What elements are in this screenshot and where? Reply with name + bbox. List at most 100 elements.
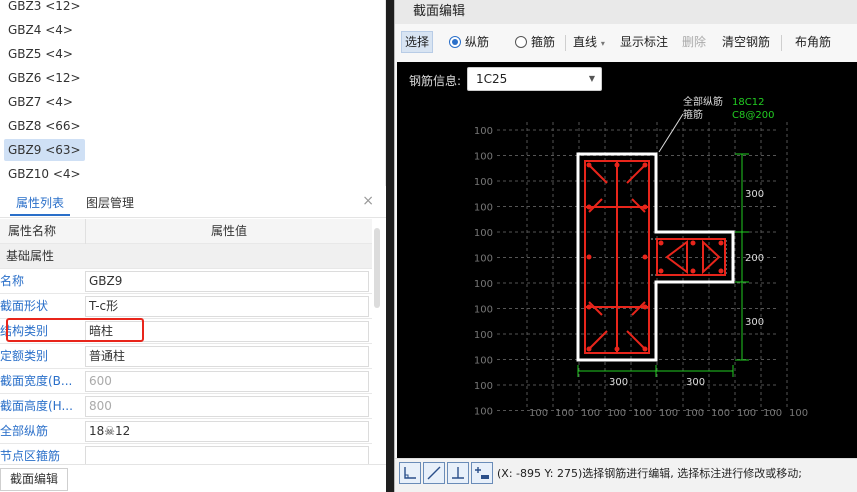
select-button[interactable]: 选择 (401, 31, 434, 53)
grid-label: 100 (737, 408, 756, 419)
annotation-value: C8@200 (732, 110, 774, 121)
rebar-info-select[interactable]: 1C25 ▼ (467, 67, 602, 91)
dim-label: 300 (686, 377, 705, 388)
scrollbar[interactable] (374, 228, 380, 308)
corner-rebar-button[interactable]: 布角筋 (795, 31, 831, 53)
longitudinal-bar (586, 162, 592, 168)
clear-rebar-button[interactable]: 清空钢筋 (722, 31, 770, 53)
annotation-value: 18C12 (732, 97, 764, 108)
close-icon[interactable]: × (362, 193, 374, 209)
prop-name: 结构类别 (0, 324, 49, 338)
ortho-snap-icon[interactable] (399, 462, 421, 484)
stirrup-hook (626, 164, 646, 184)
section-edit-button[interactable]: 截面编辑 (0, 468, 68, 491)
grid-label: 100 (711, 408, 730, 419)
prop-name: 名称 (0, 274, 25, 288)
show-dims-button[interactable]: 显示标注 (620, 31, 668, 53)
longitudinal-bar (642, 162, 648, 168)
line-snap-icon[interactable] (423, 462, 445, 484)
annotation-label: 箍筋 (683, 108, 703, 121)
prop-value-input: 800 (85, 396, 369, 417)
table-row: 截面高度(H... 800 (0, 394, 372, 419)
list-item-selected[interactable]: GBZ9 <63> (4, 139, 85, 161)
longitudinal-bar (690, 268, 696, 274)
add-point-icon[interactable] (471, 462, 493, 484)
grid-label: 100 (474, 279, 493, 290)
line-snap-icon-glyph (427, 466, 441, 480)
toolbar: 选择 纵筋 箍筋 直线 ▾ 显示标注 删除 清空钢筋 布角筋 (395, 28, 857, 56)
table-row: 结构类别 暗柱 (0, 319, 372, 344)
list-item[interactable]: GBZ5 <4> (4, 43, 77, 65)
table-row: 全部纵筋 18☠12 (0, 419, 372, 444)
prop-value-input[interactable]: GBZ9 (85, 271, 369, 292)
line-dropdown[interactable]: 直线 ▾ (573, 31, 605, 53)
status-text: (X: -895 Y: 275)选择钢筋进行编辑, 选择标注进行修改或移动; (497, 467, 802, 480)
list-item[interactable]: GBZ7 <4> (4, 91, 77, 113)
table-row: 节点区箍筋 (0, 444, 372, 464)
prop-value-input[interactable]: 普通柱 (85, 346, 369, 367)
grid-label: 100 (474, 254, 493, 265)
radio-stirrup[interactable]: 箍筋 (515, 31, 555, 53)
prop-value-input[interactable]: 暗柱 (85, 321, 369, 342)
grid-label: 100 (474, 126, 493, 137)
tab-properties[interactable]: 属性列表 (10, 194, 71, 216)
property-table: 属性名称 属性值 基础属性 名称 GBZ9 截面形状 T-c形 结构类别 暗柱 … (0, 219, 372, 464)
longitudinal-bar (614, 346, 620, 352)
prop-value-input[interactable] (85, 446, 369, 464)
list-item[interactable]: GBZ10 <4> (4, 163, 85, 185)
grid-label: 100 (607, 408, 626, 419)
dialog-title: 截面编辑 (395, 0, 857, 24)
separator (565, 35, 566, 51)
left-panel: GBZ3 <12> GBZ4 <4> GBZ5 <4> GBZ6 <12> GB… (0, 0, 386, 492)
dim-label: 200 (745, 253, 764, 264)
tie-triangle (702, 239, 721, 275)
delete-button[interactable]: 删除 (682, 31, 706, 53)
longitudinal-bar (658, 268, 664, 274)
perpendicular-snap-icon-glyph (452, 467, 464, 479)
list-item[interactable]: GBZ4 <4> (4, 19, 77, 41)
dim-label: 300 (745, 189, 764, 200)
list-item[interactable]: GBZ8 <66> (4, 115, 85, 137)
prop-name: 截面高度(H... (0, 399, 73, 413)
perpendicular-snap-icon[interactable] (447, 462, 469, 484)
grid-label: 100 (529, 408, 548, 419)
prop-value-input[interactable]: T-c形 (85, 296, 369, 317)
list-item[interactable]: GBZ3 <12> (4, 0, 85, 17)
longitudinal-bar (658, 240, 664, 246)
tab-layers[interactable]: 图层管理 (86, 194, 134, 216)
longitudinal-bar (642, 254, 648, 260)
stirrup-hook (588, 164, 608, 184)
component-list: GBZ3 <12> GBZ4 <4> GBZ5 <4> GBZ6 <12> GB… (0, 0, 386, 186)
radio-on-icon (449, 36, 461, 48)
grid-label: 100 (474, 203, 493, 214)
radio-longitudinal[interactable]: 纵筋 (449, 31, 489, 53)
rebar-info-label: 钢筋信息: (409, 74, 462, 88)
grid-label: 100 (474, 356, 493, 367)
longitudinal-bar (586, 304, 592, 310)
prop-name: 全部纵筋 (0, 424, 49, 438)
section-drawing: 100 100 100 100 100 100 100 100 100 100 100 100 100 1… (474, 95, 808, 419)
separator (781, 35, 782, 51)
grid-label: 100 (685, 408, 704, 419)
group-row[interactable]: 基础属性 (0, 244, 372, 269)
longitudinal-bar (642, 346, 648, 352)
panel-tabs: 属性列表 图层管理 × (0, 188, 386, 218)
grid-label: 100 (789, 408, 808, 419)
drawing-canvas[interactable]: 100 100 100 100 100 100 100 100 100 100 100 100 100 1… (397, 62, 857, 458)
ortho-snap-icon-glyph (404, 467, 416, 479)
bottom-bar: 截面编辑 (0, 464, 386, 492)
dim-label: 300 (609, 377, 628, 388)
list-item[interactable]: GBZ6 <12> (4, 67, 85, 89)
status-bar: (X: -895 Y: 275)选择钢筋进行编辑, 选择标注进行修改或移动; (395, 458, 857, 492)
prop-value-input[interactable]: 18☠12 (85, 421, 369, 442)
prop-name: 截面形状 (0, 299, 49, 313)
grid-label: 100 (474, 152, 493, 163)
longitudinal-bar (690, 240, 696, 246)
table-row: 截面宽度(B... 600 (0, 369, 372, 394)
dim-label: 300 (745, 317, 764, 328)
grid-label: 100 (763, 408, 782, 419)
grid-label: 100 (474, 228, 493, 239)
prop-name: 定额类别 (0, 349, 49, 363)
grid-label: 100 (581, 408, 600, 419)
table-header: 属性名称 属性值 (0, 219, 372, 244)
